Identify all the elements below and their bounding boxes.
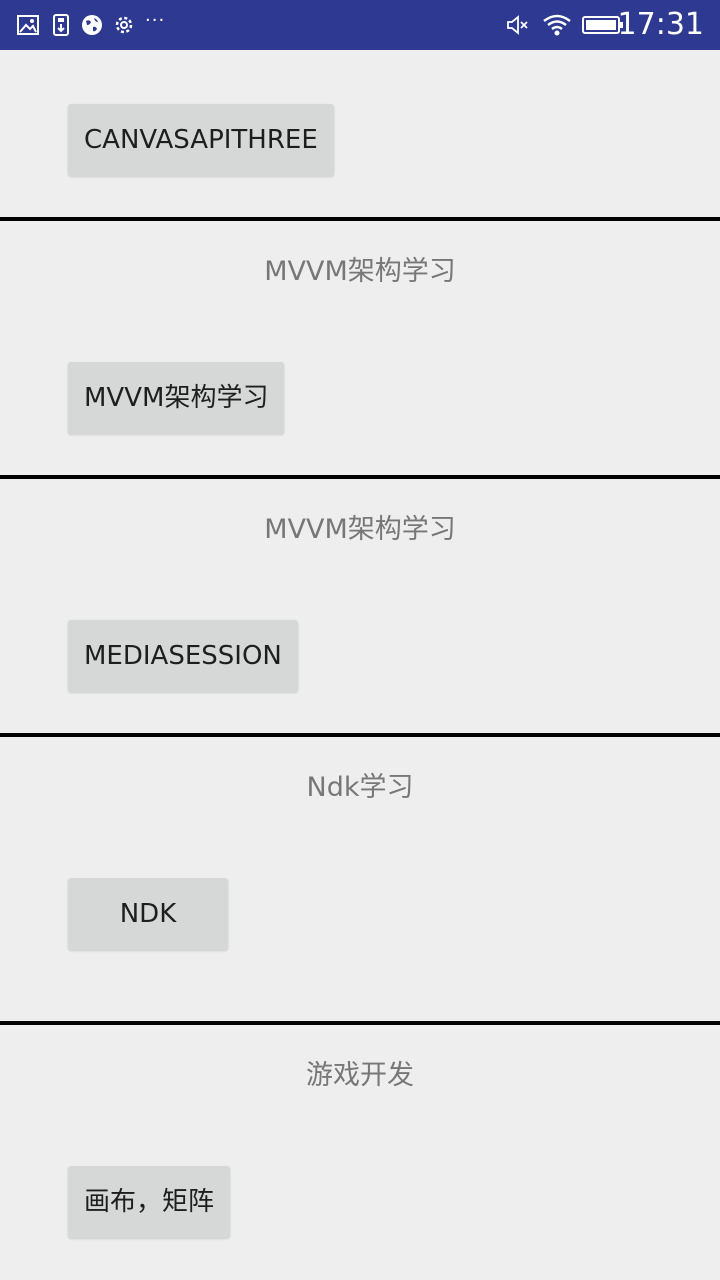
status-time: 17:31	[617, 7, 704, 42]
section-title-mvvm-2: MVVM架构学习	[264, 514, 456, 545]
status-bar: ··· 17:31	[0, 0, 720, 50]
section-title-ndk: Ndk学习	[306, 772, 414, 803]
section-title-game-dev: 游戏开发	[306, 1060, 414, 1091]
globe-icon	[82, 15, 102, 35]
section-divider	[0, 217, 720, 221]
section-divider	[0, 733, 720, 737]
settings-icon	[115, 16, 133, 34]
wifi-icon	[543, 14, 571, 36]
ndk-button[interactable]: NDK	[68, 878, 228, 950]
mvvm-button[interactable]: MVVM架构学习	[68, 362, 285, 434]
image-icon	[17, 15, 39, 35]
canvas-matrix-button[interactable]: 画布，矩阵	[68, 1166, 231, 1238]
section-divider	[0, 1021, 720, 1025]
section-divider	[0, 475, 720, 479]
canvas-api-three-button[interactable]: CANVASAPITHREE	[68, 104, 334, 176]
usb-icon	[53, 14, 69, 36]
more-icon: ···	[145, 10, 166, 31]
mute-icon	[507, 15, 528, 35]
mediasession-button[interactable]: MEDIASESSION	[68, 620, 298, 692]
section-title-mvvm: MVVM架构学习	[264, 256, 456, 287]
